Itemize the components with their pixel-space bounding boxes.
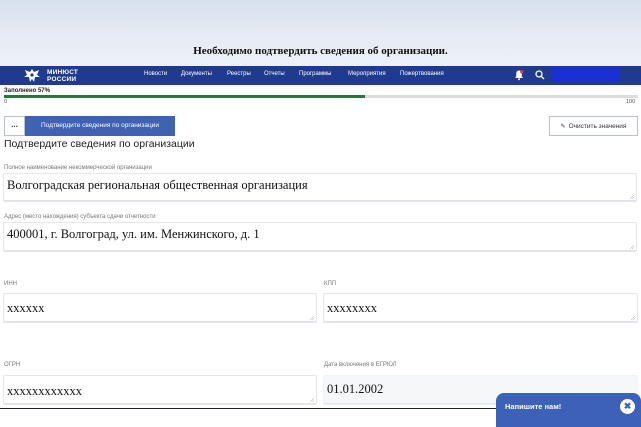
nav-donations[interactable]: Пожертвования (400, 71, 444, 77)
nav-programs[interactable]: Программы (299, 71, 331, 77)
full-name-field[interactable]: Волгоградская региональная общественная … (3, 173, 637, 202)
top-banner: Необходимо подтвердить сведения об орган… (0, 0, 641, 66)
more-actions-button[interactable]: ... (4, 116, 25, 136)
nav-reports[interactable]: Отчеты (264, 71, 285, 77)
ogrn-value: xxxxxxxxxxxx (7, 384, 82, 398)
nav-registries[interactable]: Реестры (227, 71, 251, 77)
banner-text: Необходимо подтвердить сведения об орган… (193, 45, 448, 57)
chat-icon: ✖ (620, 399, 635, 414)
full-name-value: Волгоградская региональная общественная … (7, 178, 308, 192)
chat-widget-button[interactable]: Напишите нам! ✖ (496, 393, 641, 427)
ogrn-field[interactable]: xxxxxxxxxxxx (3, 375, 317, 405)
nav-documents[interactable]: Документы (181, 71, 212, 77)
inn-value: xxxxxx (7, 301, 45, 315)
eraser-icon: ✎ (560, 123, 566, 130)
egrul-date-label: Дата включения в ЕГРЮЛ (324, 362, 397, 368)
kpp-field[interactable]: xxxxxxxx (323, 293, 638, 323)
resize-grip-icon[interactable] (310, 398, 314, 402)
address-value: 400001, г. Волгоград, ул. им. Менжинског… (7, 227, 260, 241)
nav-events[interactable]: Мероприятия (348, 71, 386, 77)
resize-grip-icon[interactable] (310, 316, 314, 320)
logo-line-2: РОССИИ (47, 75, 77, 83)
resize-grip-icon[interactable] (630, 195, 634, 199)
resize-grip-icon[interactable] (630, 245, 634, 249)
address-field[interactable]: 400001, г. Волгоград, ул. им. Менжинског… (3, 222, 637, 252)
nav-news[interactable]: Новости (144, 71, 167, 77)
section-title: Подтвердите сведения по организации (4, 138, 195, 150)
kpp-value: xxxxxxxx (327, 301, 377, 315)
inn-label: ИНН (4, 281, 17, 287)
inn-field[interactable]: xxxxxx (3, 293, 317, 323)
search-icon[interactable] (534, 69, 546, 81)
clear-values-button[interactable]: ✎ Очистить значения (549, 116, 638, 136)
bell-icon[interactable] (513, 69, 525, 81)
confirm-organization-button[interactable]: Подтвердите сведения по организации (25, 116, 175, 136)
progress-bar (4, 95, 638, 98)
address-label: Адрес (место нахождения) субъекта сдачи … (4, 214, 156, 220)
full-name-label: Полное наименование некоммерческой орган… (4, 165, 152, 171)
progress-min-label: 0 (4, 99, 8, 105)
logo-line-1: МИНЮСТ (47, 68, 79, 76)
ogrn-label: ОГРН (4, 362, 21, 368)
site-logo[interactable]: МИНЮСТ РОССИИ (23, 67, 78, 84)
search-input[interactable] (551, 68, 620, 82)
chat-label: Напишите нам! (505, 402, 562, 411)
progress-fill (4, 95, 366, 98)
kpp-label: КПП (324, 281, 337, 287)
eagle-emblem-icon (24, 69, 40, 82)
progress-max-label: 100 (626, 99, 636, 105)
progress-label: Заполнено 57% (4, 88, 50, 94)
clear-values-label: Очистить значения (568, 122, 627, 130)
resize-grip-icon[interactable] (631, 316, 635, 320)
navbar: МИНЮСТ РОССИИ Новости Документы Реестры … (0, 66, 641, 85)
